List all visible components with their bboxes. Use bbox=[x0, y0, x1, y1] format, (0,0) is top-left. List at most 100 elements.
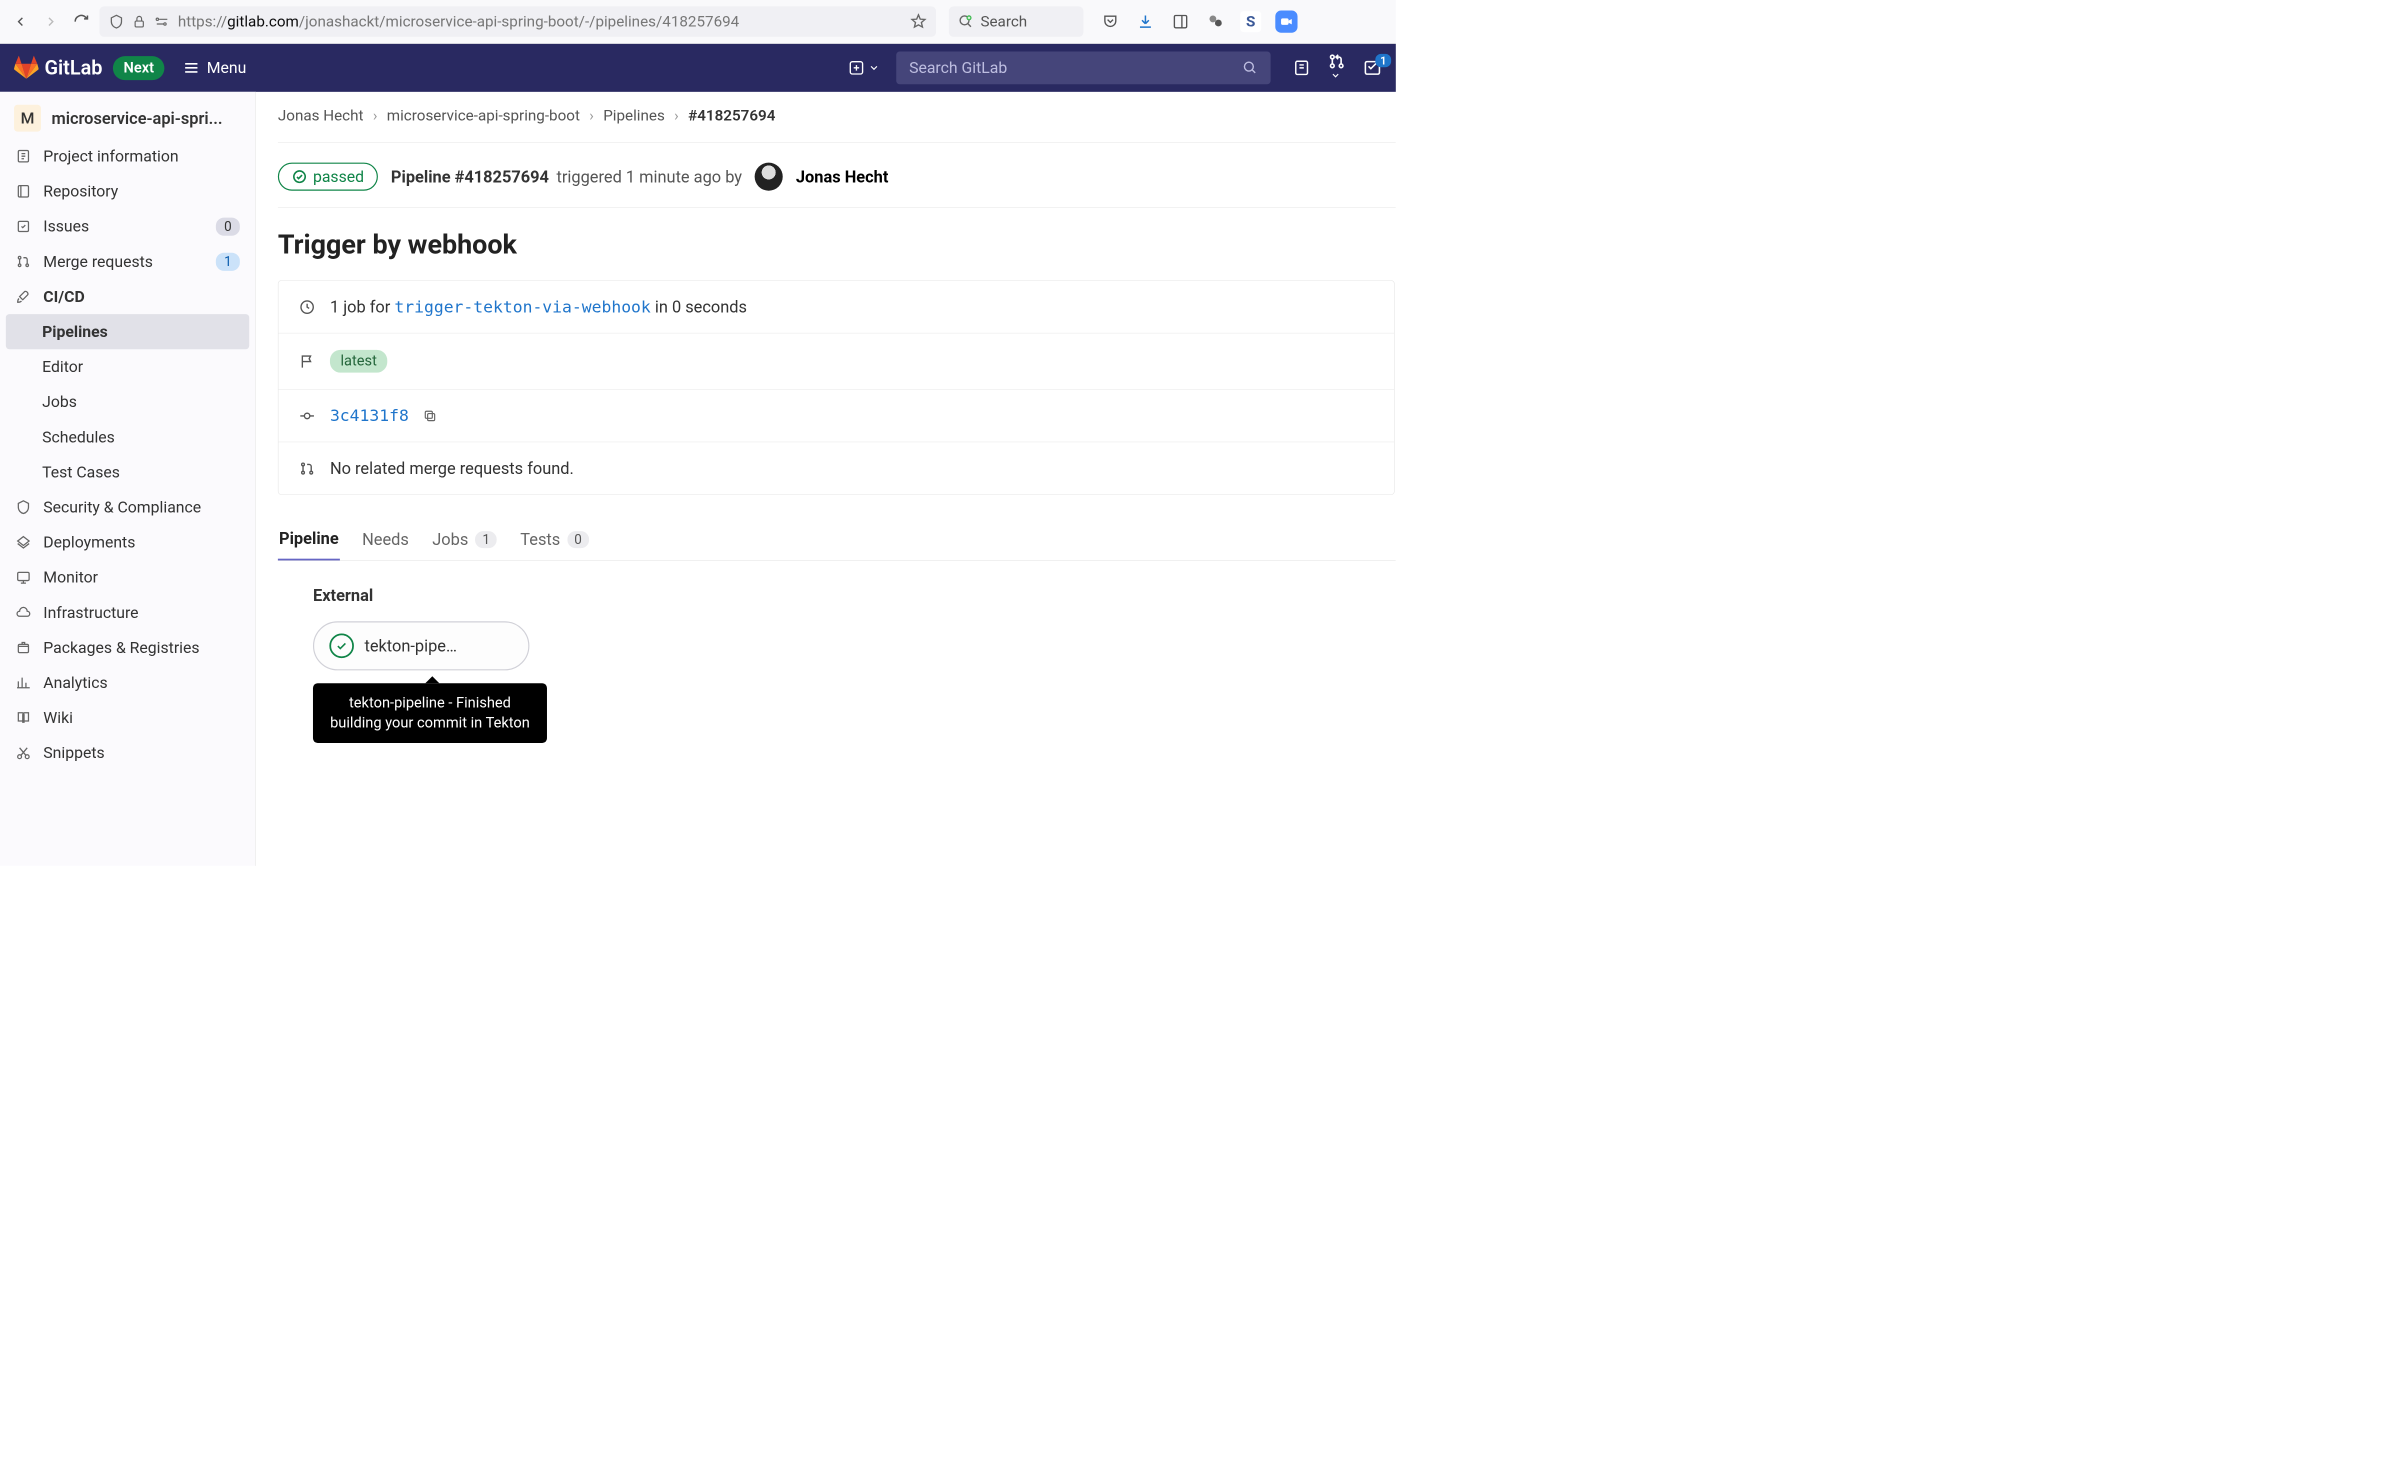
todo-count-badge: 1 bbox=[1375, 54, 1391, 67]
sidebar-item-merge-requests[interactable]: Merge requests1 bbox=[6, 244, 249, 279]
commit-row: 3c4131f8 bbox=[278, 390, 1394, 443]
check-circle-icon bbox=[329, 634, 354, 659]
menu-button[interactable]: Menu bbox=[183, 58, 246, 77]
shield-icon bbox=[15, 499, 31, 515]
issues-count-badge: 0 bbox=[216, 217, 240, 235]
crumb-project[interactable]: microservice-api-spring-boot bbox=[387, 107, 580, 125]
latest-badge: latest bbox=[330, 350, 387, 373]
snippets-icon bbox=[15, 745, 31, 761]
pipeline-id-text: Pipeline #418257694 bbox=[391, 167, 549, 186]
jobs-summary-text: 1 job for trigger-tekton-via-webhook in … bbox=[330, 297, 747, 316]
check-circle-icon bbox=[292, 169, 307, 184]
issues-top-icon[interactable] bbox=[1293, 59, 1311, 77]
reload-button[interactable] bbox=[69, 9, 94, 34]
todo-top-icon[interactable]: 1 bbox=[1363, 58, 1382, 77]
job-tooltip: tekton-pipeline - Finished building your… bbox=[313, 683, 547, 743]
tab-tests[interactable]: Tests0 bbox=[519, 519, 590, 559]
rocket-icon bbox=[15, 288, 31, 304]
tab-jobs[interactable]: Jobs1 bbox=[431, 519, 498, 559]
wiki-icon bbox=[15, 710, 31, 726]
sidebar-item-label: Packages & Registries bbox=[43, 638, 199, 657]
gitlab-topbar: GitLab Next Menu Search GitLab 1 bbox=[0, 44, 1396, 92]
hamburger-icon bbox=[183, 60, 199, 76]
download-icon[interactable] bbox=[1135, 11, 1156, 32]
commit-sha-link[interactable]: 3c4131f8 bbox=[330, 406, 409, 425]
browser-search[interactable]: Search bbox=[949, 6, 1084, 36]
sidebar-item-infrastructure[interactable]: Infrastructure bbox=[6, 595, 249, 630]
status-pill-passed[interactable]: passed bbox=[278, 163, 378, 191]
sidebar-item-label: Editor bbox=[42, 357, 83, 376]
pipeline-header: passed Pipeline #418257694 triggered 1 m… bbox=[278, 143, 1396, 208]
latest-row: latest bbox=[278, 333, 1394, 389]
author-name[interactable]: Jonas Hecht bbox=[796, 167, 888, 186]
sidebar-item-label: Test Cases bbox=[42, 463, 120, 482]
sidebar-item-snippets[interactable]: Snippets bbox=[6, 735, 249, 770]
deploy-icon bbox=[15, 534, 31, 550]
sidebar-item-wiki[interactable]: Wiki bbox=[6, 700, 249, 735]
tab-pipeline[interactable]: Pipeline bbox=[278, 518, 340, 560]
back-button[interactable] bbox=[8, 9, 33, 34]
job-pill-tekton[interactable]: tekton-pipe… bbox=[313, 621, 529, 670]
sidebar-item-analytics[interactable]: Analytics bbox=[6, 665, 249, 700]
chevron-right-icon: › bbox=[674, 107, 679, 125]
plus-square-icon bbox=[848, 60, 864, 76]
sidebar-item-label: CI/CD bbox=[43, 287, 84, 306]
sidebar-item-packages[interactable]: Packages & Registries bbox=[6, 630, 249, 665]
gitlab-logo-icon bbox=[14, 56, 39, 81]
sidebar-sub-pipelines[interactable]: Pipelines bbox=[6, 314, 249, 349]
sidebar-sub-editor[interactable]: Editor bbox=[6, 349, 249, 384]
sidebar-item-label: Monitor bbox=[43, 568, 98, 587]
ref-link[interactable]: trigger-tekton-via-webhook bbox=[394, 297, 650, 316]
sidebar-item-repository[interactable]: Repository bbox=[6, 174, 249, 209]
permissions-icon bbox=[154, 16, 169, 28]
shield-icon bbox=[109, 14, 124, 29]
merge-requests-top-icon[interactable] bbox=[1328, 53, 1346, 83]
sidebar-sub-test-cases[interactable]: Test Cases bbox=[6, 455, 249, 490]
project-header[interactable]: M microservice-api-spri... bbox=[6, 98, 249, 139]
address-bar[interactable]: https://gitlab.com/jonashackt/microservi… bbox=[99, 6, 936, 36]
crumb-author[interactable]: Jonas Hecht bbox=[278, 107, 364, 125]
sidebar-sub-jobs[interactable]: Jobs bbox=[6, 384, 249, 419]
sidebar-item-label: Analytics bbox=[43, 673, 107, 692]
no-mr-text: No related merge requests found. bbox=[330, 459, 574, 478]
pipeline-tabs: Pipeline Needs Jobs1 Tests0 bbox=[278, 518, 1396, 561]
analytics-icon bbox=[15, 675, 31, 691]
pipeline-meta: Pipeline #418257694 triggered 1 minute a… bbox=[391, 167, 742, 186]
star-icon[interactable] bbox=[910, 13, 926, 29]
sidebar-sub-schedules[interactable]: Schedules bbox=[6, 419, 249, 454]
extension-icon[interactable] bbox=[1205, 11, 1226, 32]
new-dropdown[interactable] bbox=[842, 55, 885, 81]
sidebar-item-deployments[interactable]: Deployments bbox=[6, 525, 249, 560]
author-avatar[interactable] bbox=[755, 163, 783, 191]
forward-button[interactable] bbox=[39, 9, 64, 34]
copy-sha-button[interactable] bbox=[423, 409, 437, 423]
sidebar-item-label: Issues bbox=[43, 217, 89, 236]
sidebar-item-issues[interactable]: Issues 0 bbox=[6, 209, 249, 244]
gitlab-logo[interactable]: GitLab bbox=[14, 56, 102, 81]
sidebar-item-security[interactable]: Security & Compliance bbox=[6, 490, 249, 525]
crumb-pipelines[interactable]: Pipelines bbox=[603, 107, 665, 125]
pocket-icon[interactable] bbox=[1100, 11, 1121, 32]
project-name: microservice-api-spri... bbox=[51, 109, 222, 128]
search-icon bbox=[958, 14, 973, 29]
infra-icon bbox=[15, 604, 31, 620]
sidebar-item-project-information[interactable]: Project information bbox=[6, 139, 249, 174]
browser-toolbar: https://gitlab.com/jonashackt/microservi… bbox=[0, 0, 1396, 44]
next-badge[interactable]: Next bbox=[113, 56, 165, 80]
chevron-right-icon: › bbox=[373, 107, 378, 125]
url-text: https://gitlab.com/jonashackt/microservi… bbox=[178, 13, 902, 31]
job-label: tekton-pipe… bbox=[364, 636, 456, 655]
zoom-extension-icon[interactable] bbox=[1275, 11, 1297, 33]
library-icon[interactable] bbox=[1170, 11, 1191, 32]
browser-extensions: S bbox=[1100, 11, 1298, 33]
extension-s-icon[interactable]: S bbox=[1240, 11, 1261, 32]
sidebar-item-monitor[interactable]: Monitor bbox=[6, 560, 249, 595]
pipeline-triggered-text: triggered 1 minute ago by bbox=[557, 167, 743, 186]
project-avatar: M bbox=[14, 105, 41, 132]
gitlab-search[interactable]: Search GitLab bbox=[896, 51, 1270, 84]
gitlab-brand-text: GitLab bbox=[44, 56, 102, 79]
pipeline-info-card: 1 job for trigger-tekton-via-webhook in … bbox=[278, 280, 1395, 495]
sidebar-item-cicd[interactable]: CI/CD bbox=[6, 279, 249, 314]
tests-tab-count: 0 bbox=[567, 531, 589, 548]
tab-needs[interactable]: Needs bbox=[361, 519, 410, 559]
